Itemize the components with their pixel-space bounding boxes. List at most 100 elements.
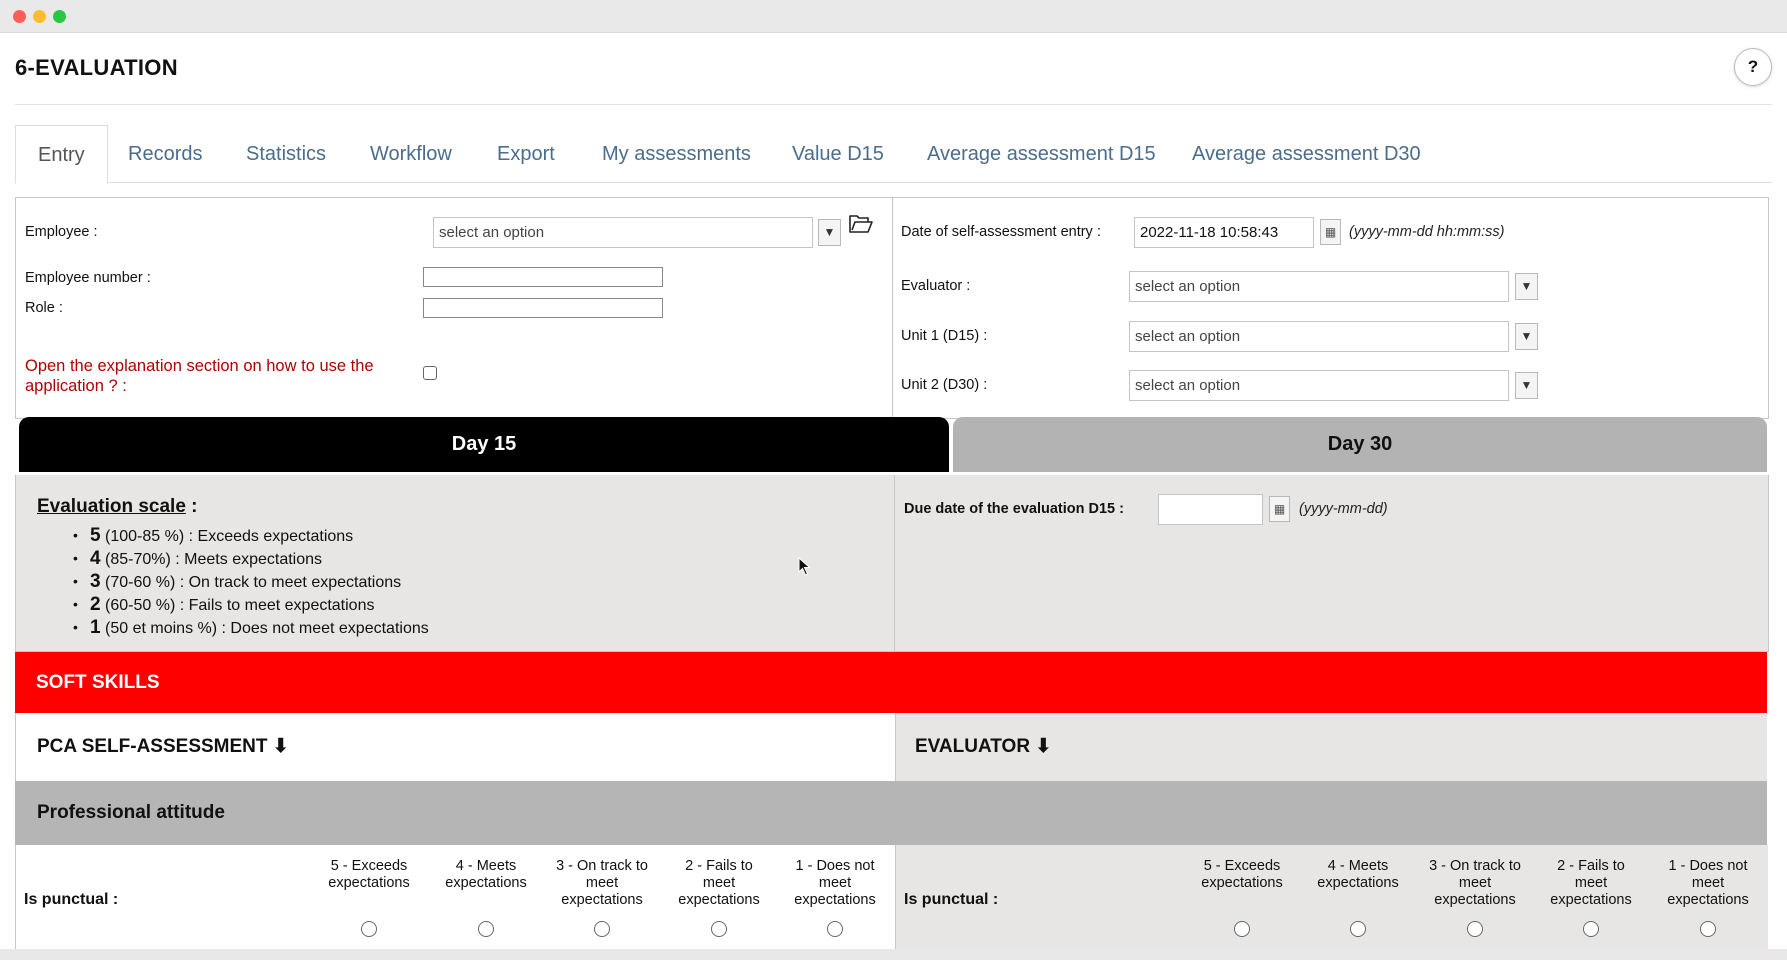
chevron-down-icon: ▼: [1520, 279, 1533, 293]
rating-option-label-4: 4 - Meets expectations: [1303, 858, 1413, 892]
list-item: 5 (100-85 %) : Exceeds expectations: [73, 524, 429, 547]
close-window-button[interactable]: [13, 10, 26, 23]
form-divider: [892, 198, 893, 418]
option-line: meet: [1691, 875, 1725, 891]
evaluation-scale-panel: Evaluation scale : 5 (100-85 %) : Exceed…: [15, 475, 1769, 652]
evaluator-rating-radio-5[interactable]: [1234, 921, 1250, 937]
tab-average-assessment-d30[interactable]: Average assessment D30: [1192, 125, 1421, 181]
chevron-down-icon: ▼: [1520, 329, 1533, 343]
evaluator-label: Evaluator :: [901, 278, 971, 294]
tab-statistics[interactable]: Statistics: [246, 125, 326, 181]
scale-text: Meets expectations: [184, 551, 323, 568]
evaluation-scale-colon: :: [185, 496, 198, 517]
evaluator-header: EVALUATOR ⬇: [895, 713, 1767, 781]
self-assessment-header: PCA SELF-ASSESSMENT ⬇: [16, 713, 895, 781]
evaluator-rating-radio-3[interactable]: [1467, 921, 1483, 937]
evaluation-scale-heading: Evaluation scale: [37, 496, 186, 517]
evaluator-dropdown-button[interactable]: ▼: [1515, 273, 1538, 300]
role-field[interactable]: [423, 298, 663, 318]
option-line: 4 - Meets: [455, 858, 517, 874]
tab-average-assessment-d15[interactable]: Average assessment D15: [927, 125, 1156, 181]
rating-option-label-4: 4 - Meets expectations: [431, 858, 541, 892]
employee-number-field[interactable]: [423, 267, 663, 287]
open-folder-icon[interactable]: [848, 213, 874, 235]
evaluator-rating-radio-2[interactable]: [1583, 921, 1599, 937]
option-line: 5 - Exceeds: [330, 858, 408, 874]
due-date-format-hint: (yyyy-mm-dd): [1299, 501, 1388, 517]
unit1-select[interactable]: select an option: [1129, 321, 1509, 352]
tab-value-d15[interactable]: Value D15: [792, 125, 884, 181]
unit2-dropdown-button[interactable]: ▼: [1515, 372, 1538, 399]
scale-range: (85-70%) :: [100, 551, 185, 568]
employee-select[interactable]: select an option: [433, 217, 813, 248]
option-line: 1 - Does not: [795, 858, 875, 874]
unit1-label: Unit 1 (D15) :: [901, 328, 988, 344]
employee-dropdown-button[interactable]: ▼: [818, 219, 841, 246]
mouse-pointer-icon: [798, 556, 812, 577]
option-line: meet: [818, 875, 852, 891]
self-assessment-date-field[interactable]: 2022-11-18 10:58:43: [1134, 217, 1314, 248]
self-rating-radio-5[interactable]: [361, 921, 377, 937]
tab-export[interactable]: Export: [497, 125, 555, 181]
option-line: expectations: [678, 892, 760, 908]
explanation-checkbox[interactable]: [423, 366, 437, 380]
self-rating-radio-2[interactable]: [711, 921, 727, 937]
calendar-icon[interactable]: ▦: [1269, 496, 1290, 522]
explanation-label-line2: application ? :: [25, 377, 127, 395]
option-line: expectations: [1667, 892, 1749, 908]
rating-option-label-5: 5 - Exceeds expectations: [314, 858, 424, 892]
option-line: expectations: [1317, 875, 1399, 891]
unit2-select[interactable]: select an option: [1129, 370, 1509, 401]
tab-records[interactable]: Records: [128, 125, 202, 181]
tab-my-assessments[interactable]: My assessments: [602, 125, 751, 181]
explanation-label-line1: Open the explanation section on how to u…: [25, 357, 374, 375]
chevron-down-icon: ▼: [823, 225, 836, 239]
scale-text: On track to meet expectations: [188, 574, 402, 591]
scale-text: Exceeds expectations: [197, 528, 354, 545]
option-line: expectations: [328, 875, 410, 891]
evaluator-rating-radio-4[interactable]: [1350, 921, 1366, 937]
minimize-window-button[interactable]: [33, 10, 46, 23]
list-item: 3 (70-60 %) : On track to meet expectati…: [73, 570, 429, 593]
rating-option-label-2: 2 - Fails to meet expectations: [1536, 858, 1646, 909]
calendar-icon[interactable]: ▦: [1320, 219, 1341, 245]
rating-option-label-2: 2 - Fails to meet expectations: [664, 858, 774, 909]
scale-range: (70-60 %) :: [100, 574, 189, 591]
window-bottom-edge: [0, 949, 1787, 960]
rating-option-label-3: 3 - On track to meet expectations: [1420, 858, 1530, 909]
tab-entry[interactable]: Entry: [15, 125, 108, 184]
tab-day-15[interactable]: Day 15: [19, 417, 949, 472]
scale-number: 5: [90, 525, 101, 546]
self-rating-radio-4[interactable]: [478, 921, 494, 937]
help-button[interactable]: ?: [1734, 48, 1772, 86]
evaluation-scale-list: 5 (100-85 %) : Exceeds expectations 4 (8…: [73, 524, 429, 639]
evaluator-rating-radio-1[interactable]: [1700, 921, 1716, 937]
question-label: Is punctual :: [24, 891, 119, 908]
assessment-header-row: PCA SELF-ASSESSMENT ⬇ EVALUATOR ⬇: [15, 713, 1767, 781]
tab-workflow[interactable]: Workflow: [370, 125, 452, 181]
scale-number: 4: [90, 548, 101, 569]
unit1-dropdown-button[interactable]: ▼: [1515, 323, 1538, 350]
option-line: meet: [702, 875, 736, 891]
scale-range: (50 et moins %) :: [100, 620, 231, 637]
option-line: meet: [1574, 875, 1608, 891]
list-item: 1 (50 et moins %) : Does not meet expect…: [73, 616, 429, 639]
self-rating-radio-1[interactable]: [827, 921, 843, 937]
self-rating-radio-3[interactable]: [594, 921, 610, 937]
option-line: 4 - Meets: [1327, 858, 1389, 874]
soft-skills-header: SOFT SKILLS: [15, 652, 1767, 713]
tab-day-30[interactable]: Day 30: [953, 417, 1767, 472]
scale-number: 1: [90, 617, 101, 638]
evaluator-select[interactable]: select an option: [1129, 271, 1509, 302]
due-date-field[interactable]: [1158, 494, 1263, 525]
date-format-hint: (yyyy-mm-dd hh:mm:ss): [1349, 224, 1505, 240]
option-line: meet: [585, 875, 619, 891]
rating-option-label-1: 1 - Does not meet expectations: [1653, 858, 1763, 909]
option-line: expectations: [794, 892, 876, 908]
option-line: expectations: [445, 875, 527, 891]
scale-range: (100-85 %) :: [100, 528, 198, 545]
rating-row-is-punctual: Is punctual : 5 - Exceeds expectations 4 …: [15, 845, 1768, 949]
evaluation-scale-title: Evaluation scale :: [37, 496, 198, 518]
maximize-window-button[interactable]: [53, 10, 66, 23]
option-line: 2 - Fails to: [685, 858, 753, 874]
